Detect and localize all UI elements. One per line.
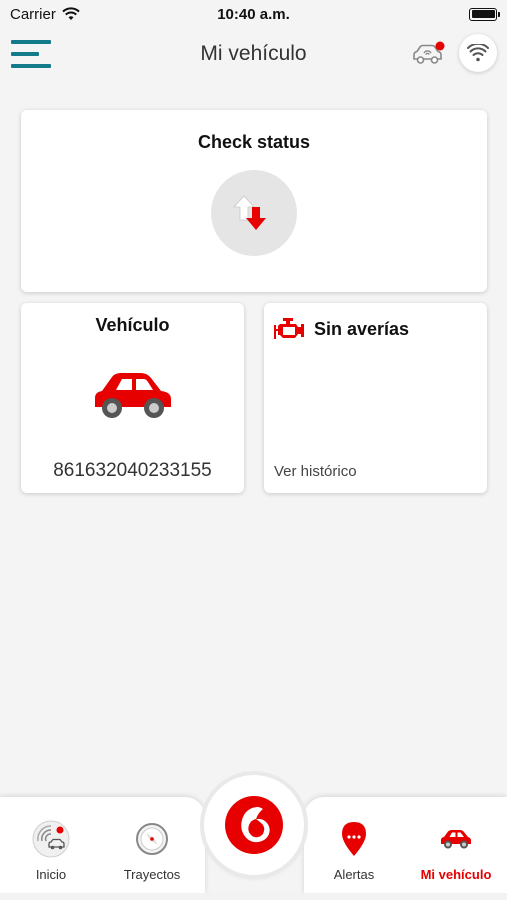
nav-item-alertas[interactable]: Alertas <box>304 797 404 895</box>
battery-icon <box>469 7 500 21</box>
sync-arrows-icon[interactable] <box>211 170 297 256</box>
alert-pin-icon <box>332 819 376 859</box>
check-status-title: Check status <box>197 132 311 152</box>
nav-label-trayectos: Trayectos <box>123 867 181 882</box>
home-indicator <box>0 893 507 900</box>
nav-label-mi-vehiculo: Mi vehículo <box>420 867 492 882</box>
red-car-icon <box>91 365 175 425</box>
radar-icon <box>29 819 73 859</box>
engine-icon <box>274 318 304 339</box>
vehicle-card[interactable]: Vehículo 861632040233155 <box>21 303 244 493</box>
wifi-icon[interactable] <box>459 34 497 72</box>
vehicle-title: Vehículo <box>95 315 170 335</box>
status-left: Carrier <box>10 6 80 23</box>
nav-label-alertas: Alertas <box>333 867 375 882</box>
bottom-nav: Inicio Trayectos Alertas Mi vehículo <box>0 775 507 900</box>
wifi-signal-icon <box>62 7 80 20</box>
check-status-card[interactable]: Check status <box>21 110 487 292</box>
car-icon <box>434 819 478 859</box>
nav-label-inicio: Inicio <box>35 867 67 882</box>
faults-title: Sin averías <box>314 318 410 339</box>
compass-icon <box>130 819 174 859</box>
faults-header: Sin averías <box>274 317 409 341</box>
nav-item-mi-vehiculo[interactable]: Mi vehículo <box>406 797 506 895</box>
carrier-label: Carrier <box>10 5 56 23</box>
status-bar: Carrier 10:40 a.m. <box>0 0 507 28</box>
faults-card[interactable]: Sin averías Ver histórico <box>264 303 487 493</box>
nav-item-trayectos[interactable]: Trayectos <box>102 797 202 895</box>
vehicle-id: 861632040233155 <box>53 460 212 481</box>
app-header: Mi vehículo <box>0 28 507 80</box>
car-alert-icon[interactable] <box>410 40 446 68</box>
nav-item-inicio[interactable]: Inicio <box>1 797 101 895</box>
history-link[interactable]: Ver histórico <box>274 463 357 480</box>
vodafone-logo-icon[interactable] <box>204 775 304 875</box>
